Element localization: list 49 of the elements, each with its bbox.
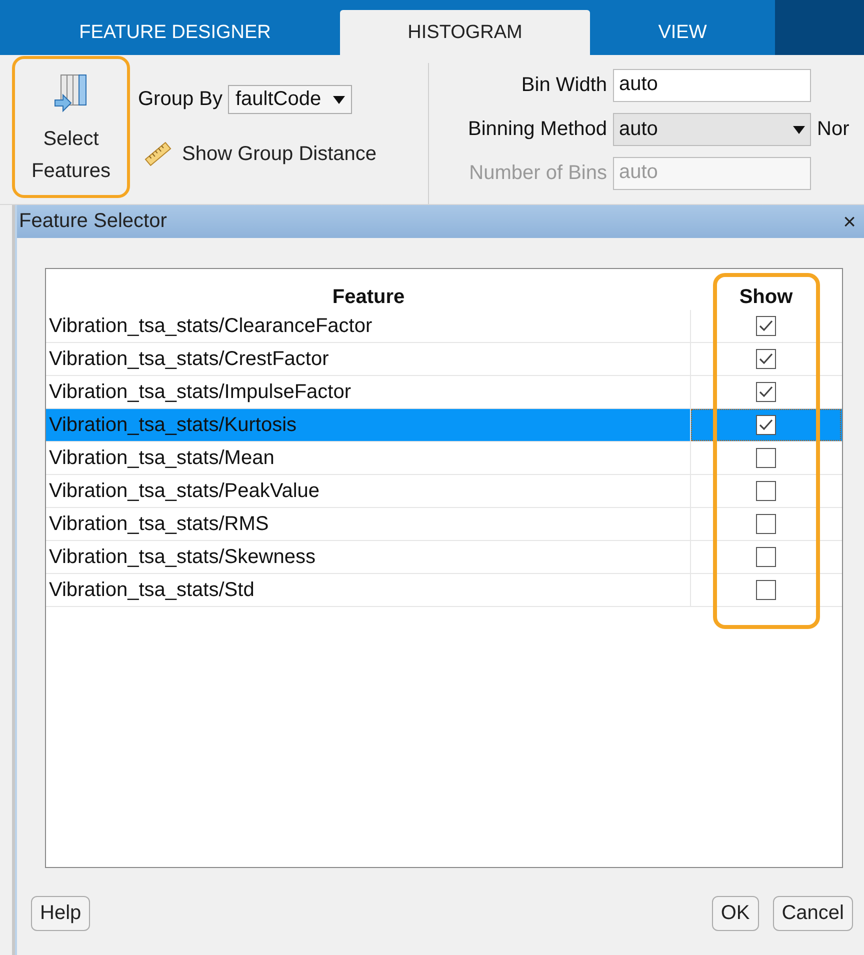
ribbon-tab[interactable]: VIEW	[590, 10, 775, 55]
show-group-distance-button[interactable]: Show Group Distance	[138, 142, 428, 166]
show-checkbox[interactable]	[756, 316, 776, 336]
show-checkbox[interactable]	[756, 547, 776, 567]
table-cell: Vibration_tsa_stats/Std	[46, 574, 691, 606]
table-row[interactable]: Vibration_tsa_stats/CrestFactor	[46, 343, 842, 376]
table-cell: Vibration_tsa_stats/Mean	[46, 442, 691, 474]
table-row[interactable]: Vibration_tsa_stats/Std	[46, 574, 842, 607]
table-cell: Vibration_tsa_stats/CrestFactor	[46, 343, 691, 375]
table-row[interactable]: Vibration_tsa_stats/Mean	[46, 442, 842, 475]
column-header: Feature	[331, 286, 406, 309]
cut-off-label: Nor	[817, 118, 850, 141]
ribbon-tab[interactable]: FEATURE DESIGNER	[10, 10, 340, 55]
dialog-title: Feature Selector	[19, 210, 167, 233]
binning-method-dropdown[interactable]: auto	[613, 113, 811, 146]
show-checkbox[interactable]	[756, 448, 776, 468]
caret-icon	[793, 126, 805, 134]
show-checkbox[interactable]	[756, 580, 776, 600]
group-by-label: Group By	[138, 88, 222, 111]
caret-icon	[333, 96, 346, 104]
columns-arrow-icon	[53, 73, 89, 113]
table-row[interactable]: Vibration_tsa_stats/Skewness	[46, 541, 842, 574]
close-button[interactable]: ×	[839, 208, 860, 234]
table-row[interactable]: Vibration_tsa_stats/Kurtosis	[46, 409, 842, 442]
field-label: Bin Width	[520, 74, 608, 97]
ok-button[interactable]: OK	[712, 896, 759, 931]
show-checkbox[interactable]	[756, 349, 776, 369]
table-cell: Vibration_tsa_stats/PeakValue	[46, 475, 691, 507]
table-row[interactable]: Vibration_tsa_stats/RMS	[46, 508, 842, 541]
show-checkbox[interactable]	[756, 415, 776, 435]
input-field[interactable]: auto	[613, 69, 811, 102]
table-cell: Vibration_tsa_stats/Kurtosis	[46, 409, 691, 441]
column-header: Show	[738, 286, 794, 309]
show-checkbox[interactable]	[756, 514, 776, 534]
help-button[interactable]: Help	[31, 896, 90, 931]
table-cell: Vibration_tsa_stats/Skewness	[46, 541, 691, 573]
table-row[interactable]: Vibration_tsa_stats/PeakValue	[46, 475, 842, 508]
field-label: Binning Method	[467, 118, 608, 141]
show-checkbox[interactable]	[756, 382, 776, 402]
show-checkbox[interactable]	[756, 481, 776, 501]
select-features-button[interactable]: Select Features	[12, 56, 130, 198]
table-cell: Vibration_tsa_stats/ImpulseFactor	[46, 376, 691, 408]
cancel-button[interactable]: Cancel	[772, 896, 853, 931]
table-cell: Vibration_tsa_stats/RMS	[46, 508, 691, 540]
table-row[interactable]: Vibration_tsa_stats/ClearanceFactor	[46, 310, 842, 343]
ribbon-tab[interactable]: HISTOGRAM	[340, 10, 590, 55]
group-by-dropdown[interactable]: faultCode	[228, 85, 352, 114]
table-cell: Vibration_tsa_stats/ClearanceFactor	[46, 310, 691, 342]
field-label: Number of Bins	[468, 162, 608, 185]
